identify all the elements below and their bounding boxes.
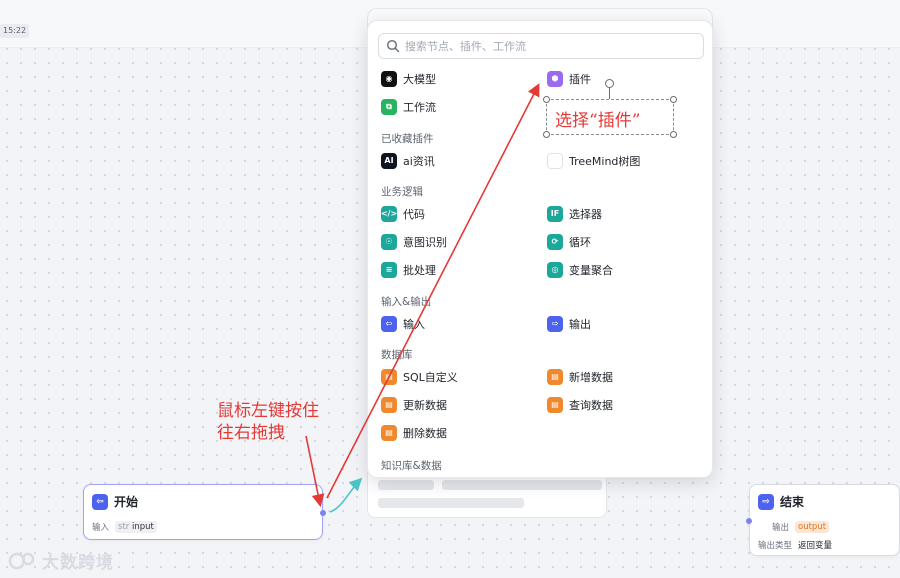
node-item-label: 批处理: [403, 264, 436, 277]
resize-handle: [543, 131, 550, 138]
skeleton-bar: [442, 480, 602, 490]
connection-drag-line: [329, 477, 363, 513]
node-item-label: TreeMind树图: [569, 155, 641, 168]
start-input-type: str: [118, 522, 130, 532]
node-item-query-data[interactable]: ▤ 查询数据: [547, 395, 613, 415]
delete-data-icon: ▤: [381, 425, 397, 441]
plugin-icon: ⬢: [547, 71, 563, 87]
end-icon: ⇨: [758, 493, 774, 510]
watermark: 大数跨境: [8, 548, 114, 573]
node-item-workflow[interactable]: ⧉ 工作流: [381, 97, 436, 117]
annotation-drag-hint: 鼠标左键按住 往右拖拽: [217, 401, 319, 443]
output-icon: ⇨: [547, 316, 563, 332]
node-item-ai-news[interactable]: AI ai资讯: [381, 151, 435, 171]
node-item-label: 意图识别: [403, 236, 447, 249]
node-item-label: 循环: [569, 236, 591, 249]
treemind-icon: Ψ: [547, 153, 563, 169]
section-title-io: 输入&输出: [381, 296, 432, 308]
node-item-add-data[interactable]: ▤ 新增数据: [547, 367, 613, 387]
watermark-logo-icon: [8, 552, 35, 569]
node-item-label: 工作流: [403, 101, 436, 114]
node-item-update-data[interactable]: ▤ 更新数据: [381, 395, 447, 415]
node-item-label: 更新数据: [403, 399, 447, 412]
node-item-label: SQL自定义: [403, 371, 458, 384]
resize-handle: [543, 96, 550, 103]
annotation-rotate-handle: [605, 79, 614, 88]
update-data-icon: ▤: [381, 397, 397, 413]
end-output-type-label: 输出类型: [758, 541, 793, 551]
start-node[interactable]: ⇦ 开始 输入 str input: [83, 484, 326, 540]
section-title-favorites: 已收藏插件: [381, 133, 434, 145]
node-picker-popup: 搜索节点、插件、工作流 ◉ 大模型 ⬢ 插件 ⧉ 工作流 已收藏插件 AI ai…: [367, 20, 713, 478]
add-data-icon: ▤: [547, 369, 563, 385]
section-title-business: 业务逻辑: [381, 186, 423, 198]
node-item-label: 变量聚合: [569, 264, 613, 277]
node-item-plugin[interactable]: ⬢ 插件: [547, 69, 591, 89]
watermark-text: 大数跨境: [42, 553, 114, 573]
annotation-select-plugin-text: 选择“插件”: [555, 111, 641, 131]
node-item-loop[interactable]: ⟳ 循环: [547, 232, 591, 252]
sql-icon: ▤: [381, 369, 397, 385]
code-icon: </>: [381, 206, 397, 222]
if-selector-icon: IF: [547, 206, 563, 222]
skeleton-bar: [378, 480, 434, 490]
llm-icon: ◉: [381, 71, 397, 87]
end-output-value: output: [795, 521, 830, 533]
node-item-sql[interactable]: ▤ SQL自定义: [381, 367, 458, 387]
node-item-output[interactable]: ⇨ 输出: [547, 314, 591, 334]
section-title-knowledge: 知识库&数据: [381, 460, 442, 472]
timestamp-tag: 15:22: [0, 24, 30, 38]
end-node-title: 结束: [780, 495, 805, 509]
start-input-param: str input: [115, 521, 157, 533]
search-icon: [386, 39, 400, 53]
node-item-input[interactable]: ⇦ 输入: [381, 314, 425, 334]
start-output-port[interactable]: [320, 510, 326, 516]
end-output-label: 输出: [772, 523, 790, 533]
variable-merge-icon: ◎: [547, 262, 563, 278]
end-node[interactable]: ⇨ 结束 输出 output 输出类型 返回变量: [746, 484, 900, 556]
node-item-label: ai资讯: [403, 155, 435, 168]
node-item-label: 输入: [403, 318, 425, 331]
start-input-label: 输入: [92, 523, 110, 533]
node-item-label: 选择器: [569, 208, 602, 221]
node-item-selector[interactable]: IF 选择器: [547, 204, 602, 224]
node-item-delete-data[interactable]: ▤ 删除数据: [381, 423, 447, 443]
node-item-label: 新增数据: [569, 371, 613, 384]
workflow-icon: ⧉: [381, 99, 397, 115]
end-output-type-value: 返回变量: [798, 541, 833, 551]
node-item-label: 插件: [569, 73, 591, 86]
start-icon: ⇦: [92, 493, 108, 510]
input-icon: ⇦: [381, 316, 397, 332]
resize-handle: [670, 131, 677, 138]
batch-icon: ≡: [381, 262, 397, 278]
annotation-select-plugin-box: 选择“插件”: [543, 96, 677, 138]
search-placeholder: 搜索节点、插件、工作流: [405, 40, 526, 53]
node-search-input[interactable]: 搜索节点、插件、工作流: [378, 33, 704, 59]
node-item-label: 输出: [569, 318, 591, 331]
intent-icon: ☉: [381, 234, 397, 250]
node-item-code[interactable]: </> 代码: [381, 204, 425, 224]
node-item-label: 代码: [403, 208, 425, 221]
node-item-treemind[interactable]: Ψ TreeMind树图: [547, 151, 640, 171]
node-item-variable-merge[interactable]: ◎ 变量聚合: [547, 260, 613, 280]
node-item-label: 删除数据: [403, 427, 447, 440]
node-item-label: 大模型: [403, 73, 436, 86]
resize-handle: [670, 96, 677, 103]
query-data-icon: ▤: [547, 397, 563, 413]
node-item-intent[interactable]: ☉ 意图识别: [381, 232, 447, 252]
ai-news-icon: AI: [381, 153, 397, 169]
skeleton-bar: [378, 498, 524, 508]
end-input-port[interactable]: [746, 518, 752, 524]
loop-icon: ⟳: [547, 234, 563, 250]
section-title-database: 数据库: [381, 349, 413, 361]
start-node-title: 开始: [114, 495, 139, 509]
start-input-value: input: [131, 522, 154, 532]
node-item-llm[interactable]: ◉ 大模型: [381, 69, 436, 89]
node-item-label: 查询数据: [569, 399, 613, 412]
node-item-batch[interactable]: ≡ 批处理: [381, 260, 436, 280]
